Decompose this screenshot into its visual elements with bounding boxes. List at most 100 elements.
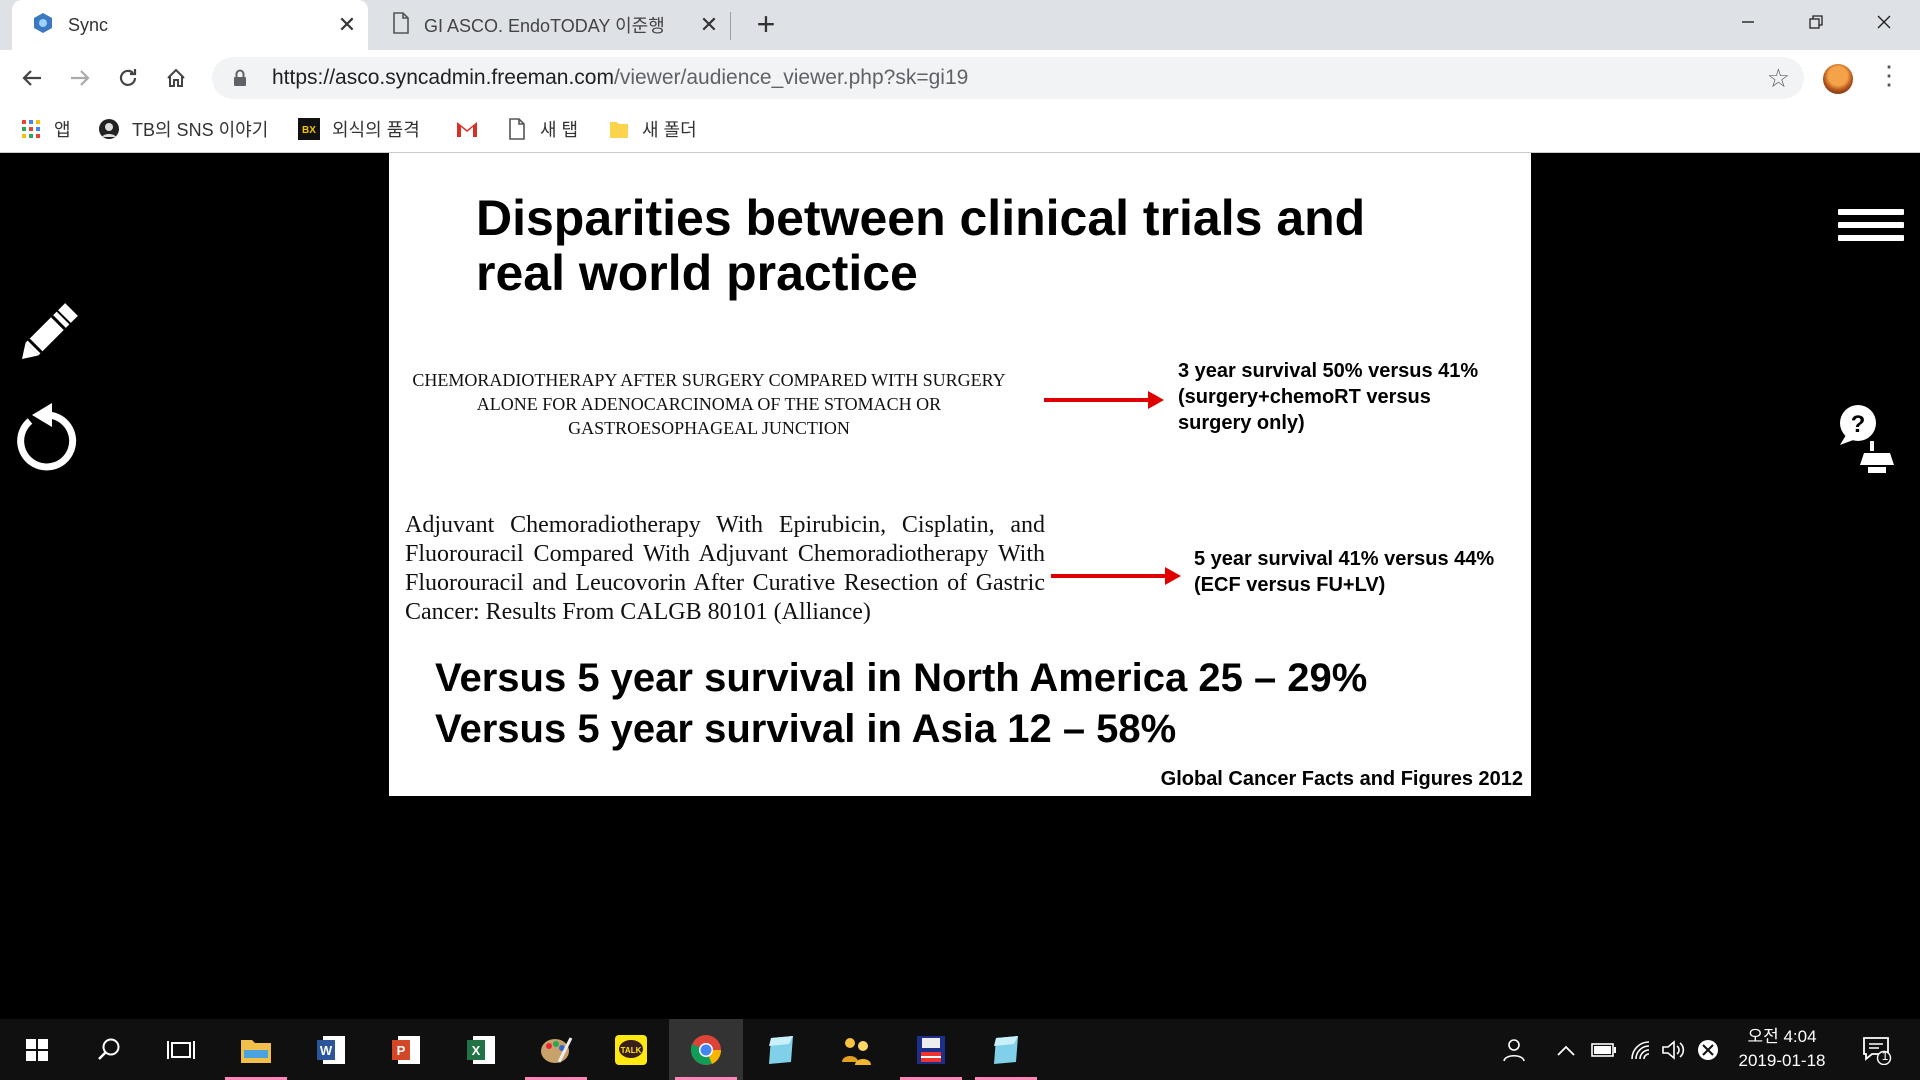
wifi-icon[interactable] xyxy=(1624,1019,1660,1080)
file-explorer-button[interactable] xyxy=(219,1019,293,1080)
bookmark-label: 외식의 품격 xyxy=(332,120,420,140)
bx-logo-icon: BX xyxy=(298,118,320,140)
bookmark-label: 새 폴더 xyxy=(642,120,697,140)
bookmark-apps[interactable]: 앱 xyxy=(20,114,71,144)
task-view-button[interactable] xyxy=(144,1019,218,1080)
chevron-up-icon[interactable] xyxy=(1550,1019,1582,1080)
result-line: surgery only) xyxy=(1178,412,1305,434)
bookmark-dining[interactable]: BX 외식의 품격 xyxy=(298,114,420,144)
search-icon xyxy=(98,1038,120,1060)
svg-text:X: X xyxy=(472,1043,481,1058)
people-button[interactable] xyxy=(819,1019,893,1080)
battery-icon[interactable] xyxy=(1586,1019,1622,1080)
floppy-button[interactable] xyxy=(894,1019,968,1080)
result-line: (surgery+chemoRT versus xyxy=(1178,386,1431,408)
svg-text:P: P xyxy=(397,1043,406,1058)
viewer-area: ? Disparities between clinical trials an… xyxy=(0,153,1920,1019)
bookmark-star-icon[interactable]: ☆ xyxy=(1767,63,1790,94)
url-path: /viewer/audience_viewer.php?sk=gi19 xyxy=(613,66,969,89)
minimize-icon xyxy=(1742,21,1754,23)
restore-button[interactable] xyxy=(1784,0,1848,44)
paper-citation-1: Chemoradiotherapy after Surgery Compared… xyxy=(412,370,1006,438)
powerpoint-icon: P xyxy=(392,1035,420,1064)
volume-icon[interactable] xyxy=(1656,1019,1692,1080)
result-line: 5 year survival 41% versus 44% xyxy=(1194,548,1495,570)
start-icon xyxy=(26,1038,48,1061)
bookmarks-bar: 앱 TB의 SNS 이야기 BX 외식의 품격 새 탭 새 폴더 xyxy=(0,106,1920,153)
windows-taskbar: W P X TALK 오전 4:04 2019-01-18 1 xyxy=(0,1019,1920,1080)
chrome-button[interactable] xyxy=(669,1019,743,1080)
close-tab-icon[interactable]: ✕ xyxy=(694,12,724,38)
word-button[interactable]: W xyxy=(294,1019,368,1080)
bookmark-new-folder[interactable]: 새 폴더 xyxy=(608,114,697,144)
hamburger-menu-icon[interactable] xyxy=(1838,209,1904,248)
tab-strip: Sync ✕ GI ASCO. EndoTODAY 이준행 ✕ + xyxy=(0,0,1920,50)
notification-count: 1 xyxy=(1881,1049,1889,1063)
powerpoint-button[interactable]: P xyxy=(369,1019,443,1080)
kakaotalk-button[interactable]: TALK xyxy=(594,1019,668,1080)
page-favicon-icon xyxy=(392,11,410,39)
tab-title: GI ASCO. EndoTODAY 이준행 xyxy=(424,16,665,36)
back-arrow-icon xyxy=(22,70,41,86)
result-2: 5 year survival 41% versus 44% (ECF vers… xyxy=(1194,546,1529,598)
ime-status-icon[interactable] xyxy=(1690,1019,1726,1080)
forward-button[interactable] xyxy=(62,60,98,96)
tab-gi-asco[interactable]: GI ASCO. EndoTODAY 이준행 ✕ xyxy=(378,0,730,50)
back-button[interactable] xyxy=(14,60,50,96)
profile-avatar[interactable] xyxy=(1823,64,1853,94)
tab-sync[interactable]: Sync ✕ xyxy=(12,0,368,50)
forward-arrow-icon xyxy=(71,70,90,86)
url-host: https://asco.syncadmin.freeman.com xyxy=(272,66,614,89)
bookmark-gmail[interactable] xyxy=(456,114,490,144)
new-tab-button[interactable]: + xyxy=(748,6,784,42)
close-icon xyxy=(1877,15,1891,29)
folder-icon xyxy=(608,118,630,140)
help-question-icon[interactable]: ? xyxy=(1838,403,1908,483)
bookmark-label: TB의 SNS 이야기 xyxy=(132,120,269,140)
system-clock[interactable]: 오전 4:04 2019-01-18 xyxy=(1722,1025,1842,1073)
bookmark-new-tab[interactable]: 새 탭 xyxy=(506,114,578,144)
sync-favicon-icon xyxy=(32,12,54,39)
reload-button[interactable] xyxy=(110,60,146,96)
app-button[interactable] xyxy=(744,1019,818,1080)
paint-button[interactable] xyxy=(519,1019,593,1080)
app-button-2[interactable] xyxy=(969,1019,1043,1080)
survival-comparison: Versus 5 year survival in North America … xyxy=(435,653,1367,755)
people-tray-icon[interactable] xyxy=(1494,1019,1534,1080)
address-bar[interactable]: https://asco.syncadmin.freeman.com/viewe… xyxy=(212,57,1804,99)
close-window-button[interactable] xyxy=(1852,0,1916,44)
result-1: 3 year survival 50% versus 41% (surgery+… xyxy=(1178,358,1518,436)
people-icon xyxy=(842,1037,871,1065)
arrow-icon xyxy=(1051,567,1181,585)
gmail-icon xyxy=(456,118,478,140)
bookmark-label: 새 탭 xyxy=(540,120,579,140)
page-icon xyxy=(506,118,528,140)
menu-kebab-icon[interactable]: ⋮ xyxy=(1876,60,1902,91)
close-tab-icon[interactable]: ✕ xyxy=(332,12,362,38)
tab-separator xyxy=(730,12,731,40)
excel-button[interactable]: X xyxy=(444,1019,518,1080)
reload-icon xyxy=(119,69,137,86)
home-icon xyxy=(167,68,185,87)
app-icon xyxy=(769,1035,793,1064)
undo-icon[interactable] xyxy=(16,399,80,471)
task-view-icon xyxy=(167,1040,195,1059)
bookmark-tb-sns[interactable]: TB의 SNS 이야기 xyxy=(98,114,268,144)
result-line: (ECF versus FU+LV) xyxy=(1194,574,1386,596)
start-button[interactable] xyxy=(0,1019,74,1080)
annotate-pencil-icon[interactable] xyxy=(16,295,86,365)
bookmark-label: 앱 xyxy=(54,120,71,140)
home-button[interactable] xyxy=(158,60,194,96)
apps-grid-icon xyxy=(20,118,42,140)
search-button[interactable] xyxy=(72,1019,146,1080)
restore-icon xyxy=(1809,15,1823,29)
app-icon-2 xyxy=(994,1035,1018,1064)
survival-asia: Versus 5 year survival in Asia 12 – 58% xyxy=(435,707,1177,751)
browser-toolbar: https://asco.syncadmin.freeman.com/viewe… xyxy=(0,50,1920,106)
survival-north-america: Versus 5 year survival in North America … xyxy=(435,656,1368,700)
notification-center-button[interactable]: 1 xyxy=(1854,1019,1900,1080)
kakaotalk-icon: TALK xyxy=(615,1034,647,1065)
minimize-button[interactable] xyxy=(1716,0,1780,44)
svg-text:W: W xyxy=(320,1043,333,1058)
paint-icon xyxy=(541,1036,573,1063)
